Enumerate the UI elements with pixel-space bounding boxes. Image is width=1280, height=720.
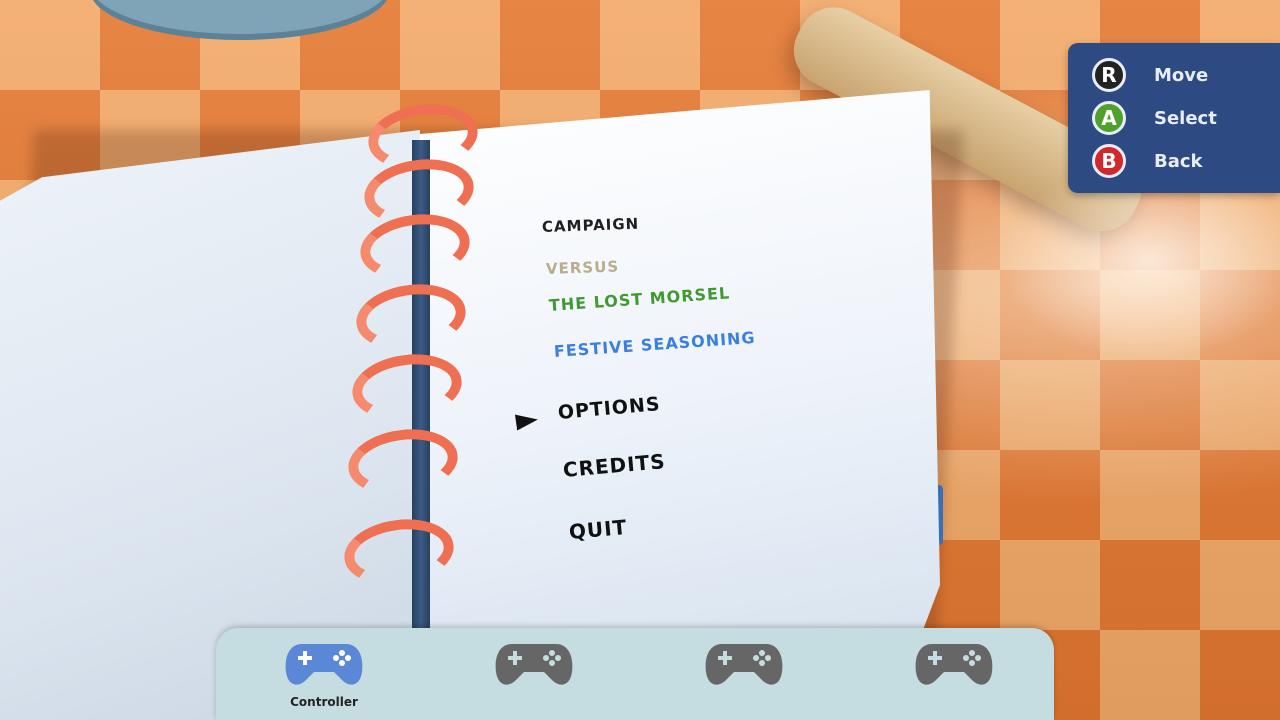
gamepad-icon bbox=[495, 644, 573, 685]
gamepad-icon bbox=[915, 644, 993, 685]
controller-slot-4[interactable] bbox=[904, 640, 1004, 720]
menu-item-credits[interactable]: CREDITS bbox=[562, 449, 667, 482]
selection-arrow-icon bbox=[514, 411, 540, 431]
controller-slot-1[interactable]: Controller bbox=[274, 640, 374, 720]
controller-slot-2[interactable] bbox=[484, 640, 584, 720]
controller-slot-label: Controller bbox=[290, 695, 358, 709]
menu-item-festive-seasoning[interactable]: FESTIVE SEASONING bbox=[553, 328, 756, 361]
button-hints-panel: R Move A Select B Back bbox=[1068, 43, 1280, 193]
hint-label: Move bbox=[1154, 64, 1209, 86]
menu-item-versus[interactable]: VERSUS bbox=[546, 257, 620, 278]
menu-item-the-lost-morsel[interactable]: THE LOST MORSEL bbox=[548, 283, 730, 315]
hint-label: Back bbox=[1154, 150, 1203, 172]
controller-slot-3[interactable] bbox=[694, 640, 794, 720]
gamepad-icon bbox=[285, 644, 363, 685]
gamepad-icon bbox=[705, 644, 783, 685]
hint-label: Select bbox=[1154, 107, 1217, 129]
menu-item-campaign[interactable]: CAMPAIGN bbox=[542, 215, 640, 236]
hint-back: B Back bbox=[1092, 141, 1203, 181]
hint-select: A Select bbox=[1092, 98, 1217, 138]
hint-move: R Move bbox=[1092, 55, 1208, 95]
menu-item-quit[interactable]: QUIT bbox=[568, 515, 628, 544]
menu-item-options[interactable]: OPTIONS bbox=[557, 393, 661, 424]
r-stick-icon: R bbox=[1092, 58, 1126, 92]
a-button-icon: A bbox=[1092, 101, 1126, 135]
controller-slots-bar: Controller bbox=[216, 628, 1054, 720]
b-button-icon: B bbox=[1092, 144, 1126, 178]
